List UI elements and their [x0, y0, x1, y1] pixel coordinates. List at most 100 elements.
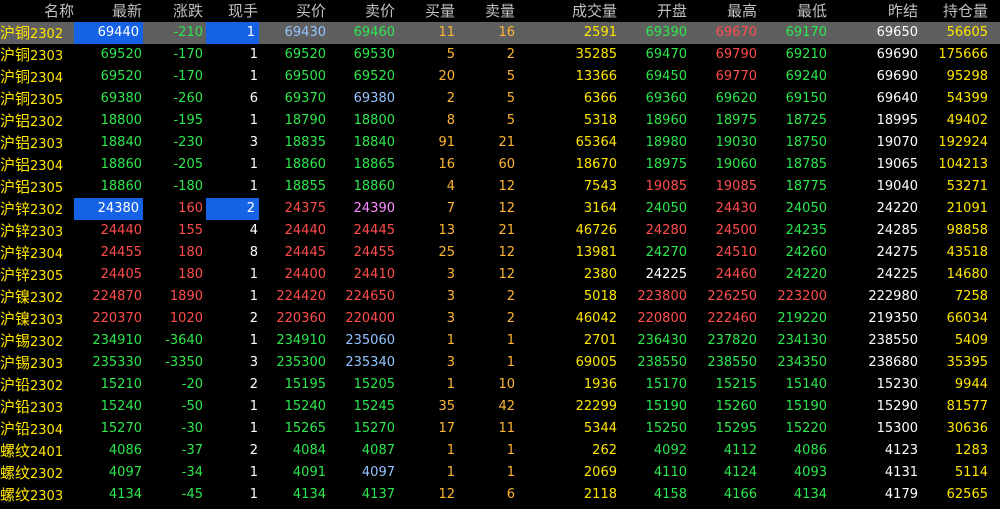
quote-row[interactable]: 沪铜2304 69520 -170 1 69500 69520 20 5 13366 69450 6…	[0, 66, 1000, 88]
contract-product: 沪铝	[0, 156, 31, 174]
cell-ask-qty: 5	[506, 113, 515, 128]
cell-ask: 4097	[361, 465, 395, 480]
cell-hand: 1	[249, 333, 258, 348]
contract-name[interactable]: 沪锌2304	[0, 242, 74, 264]
column-header-volume[interactable]: 成交量	[520, 0, 617, 22]
contract-name[interactable]: 沪镍2303	[0, 308, 74, 330]
column-header-open[interactable]: 开盘	[617, 0, 687, 22]
contract-name[interactable]: 沪铅2304	[0, 418, 74, 440]
quote-row[interactable]: 沪镍2302 224870 1890 1 224420 224650 3 2 5018 22380…	[0, 286, 1000, 308]
quote-row[interactable]: 沪铅2304 15270 -30 1 15265 15270 17 11 5344 15250 15…	[0, 418, 1000, 440]
cell-open: 24225	[645, 267, 687, 282]
cell-change: -3350	[165, 355, 203, 370]
contract-product: 沪锡	[0, 332, 31, 350]
contract-month: 2304	[30, 159, 64, 174]
contract-product: 沪铜	[0, 46, 31, 64]
quote-row[interactable]: 沪铅2303 15240 -50 1 15240 15245 35 42 22299 15190 1…	[0, 396, 1000, 418]
cell-last: 224870	[92, 289, 142, 304]
cell-open: 24280	[645, 223, 687, 238]
quote-row[interactable]: 螺纹2302 4097 -34 1 4091 4097 1 1 2069 4110 4124 4093…	[0, 462, 1000, 484]
cell-bid-qty: 1	[446, 443, 455, 458]
cell-prev-settle: 69690	[876, 69, 918, 84]
cell-hand: 8	[249, 245, 258, 260]
contract-name[interactable]: 沪锌2303	[0, 220, 74, 242]
quote-row[interactable]: 螺纹2303 4134 -45 1 4134 4137 12 6 2118 4158 4166 413…	[0, 484, 1000, 506]
contract-name[interactable]: 沪铜2303	[0, 44, 74, 66]
contract-product: 螺纹	[0, 442, 31, 460]
quote-row[interactable]: 沪锌2304 24455 180 8 24445 24455 25 12 13981 24270 2…	[0, 242, 1000, 264]
cell-open: 223800	[637, 289, 687, 304]
cell-ask-qty: 1	[506, 355, 515, 370]
contract-name[interactable]: 沪锌2305	[0, 264, 74, 286]
column-header-bid[interactable]: 买价	[259, 0, 326, 22]
quote-row[interactable]: 沪铅2302 15210 -20 2 15195 15205 1 10 1936 15170 152…	[0, 374, 1000, 396]
column-header-high[interactable]: 最高	[687, 0, 757, 22]
quote-row[interactable]: 沪铝2302 18800 -195 1 18790 18800 8 5 5318 18960 189…	[0, 110, 1000, 132]
quote-row[interactable]: 沪锌2303 24440 155 4 24440 24445 13 21 46726 24280 2…	[0, 220, 1000, 242]
quote-row[interactable]: 沪镍2303 220370 1020 2 220360 220400 3 2 46042 2208…	[0, 308, 1000, 330]
cell-prev-settle: 15290	[876, 399, 918, 414]
quote-row[interactable]: 沪锡2302 234910 -3640 1 234910 235060 1 1 2701 2364…	[0, 330, 1000, 352]
contract-name[interactable]: 沪铅2303	[0, 396, 74, 418]
contract-name[interactable]: 沪铝2305	[0, 176, 74, 198]
contract-name[interactable]: 沪铅2302	[0, 374, 74, 396]
cell-bid: 24375	[284, 201, 326, 216]
column-header-ask-qty[interactable]: 卖量	[455, 0, 515, 22]
cell-change: -3640	[165, 333, 203, 348]
cell-open-interest: 7258	[954, 289, 988, 304]
quote-row[interactable]: 沪铝2305 18860 -180 1 18855 18860 4 12 7543 19085 19…	[0, 176, 1000, 198]
contract-product: 沪铜	[0, 68, 31, 86]
quote-row[interactable]: 螺纹2401 4086 -37 2 4084 4087 1 1 262 4092 4112 4086 4…	[0, 440, 1000, 462]
column-header-bid-qty[interactable]: 买量	[395, 0, 455, 22]
cell-high: 4112	[723, 443, 757, 458]
contract-name[interactable]: 沪铜2304	[0, 66, 74, 88]
column-header-ask[interactable]: 卖价	[326, 0, 395, 22]
cell-bid-qty: 13	[438, 223, 455, 238]
cell-last: 15210	[100, 377, 142, 392]
cell-ask: 15245	[353, 399, 395, 414]
contract-name[interactable]: 沪铝2303	[0, 132, 74, 154]
column-header-prev-settle[interactable]: 昨结	[830, 0, 918, 22]
contract-name[interactable]: 螺纹2302	[0, 462, 74, 484]
cell-open: 15190	[645, 399, 687, 414]
cell-open-interest: 5114	[954, 465, 988, 480]
cell-change: -205	[173, 157, 203, 172]
quote-row[interactable]: 沪铜2303 69520 -170 1 69520 69530 5 2 35285 69470 69…	[0, 44, 1000, 66]
cell-open-interest: 98858	[946, 223, 988, 238]
cell-open: 69390	[645, 25, 687, 40]
contract-product: 螺纹	[0, 486, 31, 504]
cell-open-interest: 62565	[946, 487, 988, 502]
column-header-change[interactable]: 涨跌	[143, 0, 203, 22]
cell-low: 15220	[785, 421, 827, 436]
quote-row[interactable]: 沪铝2303 18840 -230 3 18835 18840 91 21 65364 18980…	[0, 132, 1000, 154]
cell-open-interest: 95298	[946, 69, 988, 84]
quote-row[interactable]: 沪锌2305 24405 180 1 24400 24410 3 12 2380 24225 244…	[0, 264, 1000, 286]
quote-row[interactable]: 沪铝2304 18860 -205 1 18860 18865 16 60 18670 18975…	[0, 154, 1000, 176]
contract-name[interactable]: 沪铜2305	[0, 88, 74, 110]
column-header-low[interactable]: 最低	[757, 0, 827, 22]
contract-name[interactable]: 沪铝2302	[0, 110, 74, 132]
cell-volume: 5018	[583, 289, 617, 304]
cell-low: 24235	[785, 223, 827, 238]
cell-volume: 46042	[575, 311, 617, 326]
quote-row[interactable]: 沪铜2302 69440 -210 1 69430 69460 11 16 2591 69390 6…	[0, 22, 1000, 44]
quote-row[interactable]: 沪铜2305 69380 -260 6 69370 69380 2 5 6366 69360 696…	[0, 88, 1000, 110]
column-header-hand[interactable]: 现手	[206, 0, 258, 22]
column-header-open-interest[interactable]: 持仓量	[918, 0, 988, 22]
cell-bid: 69370	[284, 91, 326, 106]
quote-row[interactable]: 沪锡2303 235330 -3350 3 235300 235340 3 1 69005 238…	[0, 352, 1000, 374]
contract-name[interactable]: 沪镍2302	[0, 286, 74, 308]
column-header-name[interactable]: 名称	[0, 0, 74, 22]
column-header-last[interactable]: 最新	[74, 0, 142, 22]
contract-name[interactable]: 沪锡2303	[0, 352, 74, 374]
quote-row[interactable]: 沪锌2302 24380 160 2 24375 24390 7 12 3164 24050 244…	[0, 198, 1000, 220]
contract-name[interactable]: 螺纹2303	[0, 484, 74, 506]
cell-high: 4124	[723, 465, 757, 480]
cell-bid: 4091	[292, 465, 326, 480]
contract-name[interactable]: 沪铜2302	[0, 22, 74, 44]
contract-name[interactable]: 螺纹2401	[0, 440, 74, 462]
contract-name[interactable]: 沪锌2302	[0, 198, 74, 220]
contract-name[interactable]: 沪铝2304	[0, 154, 74, 176]
contract-month: 2302	[30, 467, 64, 482]
contract-name[interactable]: 沪锡2302	[0, 330, 74, 352]
